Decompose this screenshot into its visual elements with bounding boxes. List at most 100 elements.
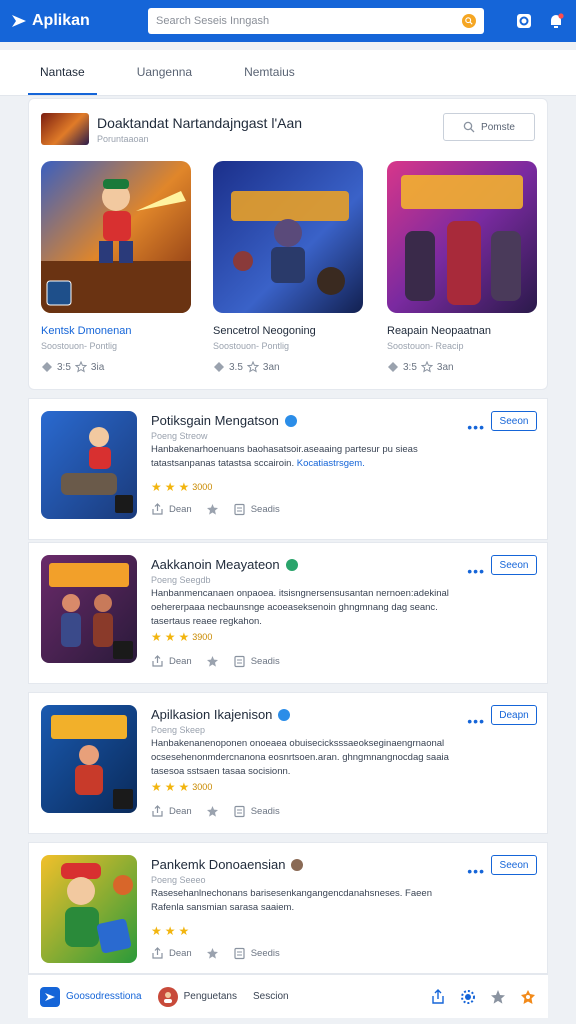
share-action[interactable]: Dean bbox=[151, 655, 192, 668]
bottom-item-home[interactable]: Goosodresstiona bbox=[40, 986, 142, 1007]
avatar bbox=[157, 986, 178, 1007]
share-action[interactable]: Dean bbox=[151, 947, 192, 960]
app-title[interactable]: Potiksgain Mengatson bbox=[151, 413, 279, 428]
more-options-icon[interactable]: ••• bbox=[467, 863, 485, 879]
star-icon: ★ bbox=[151, 780, 162, 794]
game-meta: Soostouon- Reacip bbox=[387, 341, 464, 351]
app-icon-image[interactable] bbox=[41, 555, 137, 663]
favorite-action[interactable] bbox=[206, 503, 219, 516]
game-artwork[interactable] bbox=[213, 161, 363, 313]
app-rating: ★ ★ ★ bbox=[151, 925, 189, 937]
app-icon-image[interactable] bbox=[41, 411, 137, 519]
favorite-action[interactable] bbox=[206, 805, 219, 818]
tab-nantase[interactable]: Nantase bbox=[28, 65, 97, 95]
app-open-button[interactable]: Seeon bbox=[491, 411, 537, 431]
app-icon-image[interactable] bbox=[41, 855, 137, 963]
favorite-action[interactable] bbox=[206, 947, 219, 960]
share-action[interactable]: Dean bbox=[151, 503, 192, 516]
app-list-item[interactable]: Apilkasion Ikajenison Poeng Skeep Hanbak… bbox=[28, 692, 548, 834]
settings-icon[interactable] bbox=[460, 989, 476, 1005]
app-description-line: oehererpaaa necbaunsnge acoeaseksenoin g… bbox=[151, 602, 438, 613]
game-artwork[interactable] bbox=[387, 161, 537, 313]
app-home-icon bbox=[40, 986, 60, 1007]
star-icon: ★ bbox=[151, 630, 162, 644]
document-icon bbox=[234, 503, 245, 516]
game-name: Sencetrol Neogoning bbox=[213, 325, 316, 337]
app-subtitle: Poeng Seegdb bbox=[151, 575, 211, 585]
details-action[interactable]: Seadis bbox=[233, 503, 280, 516]
share-icon bbox=[152, 655, 163, 667]
tab-uangenna[interactable]: Uangenna bbox=[125, 65, 204, 95]
app-open-button[interactable]: Deapn bbox=[491, 705, 537, 725]
badge-icon[interactable] bbox=[520, 989, 536, 1005]
app-open-button[interactable]: Seeon bbox=[491, 855, 537, 875]
star-icon: ★ bbox=[178, 480, 190, 494]
featured-subtitle: Poruntaaoan bbox=[97, 134, 149, 144]
app-rating-value: 3900 bbox=[192, 632, 213, 642]
share-action-label: Dean bbox=[169, 504, 192, 515]
app-title[interactable]: Apilkasion Ikajenison bbox=[151, 707, 272, 722]
more-options-icon[interactable]: ••• bbox=[467, 419, 485, 435]
app-description-line: tatastsanpanas tatastsa sccairoin. bbox=[151, 458, 295, 469]
app-actions: Dean Seadis bbox=[151, 805, 280, 818]
diamond-icon bbox=[42, 362, 52, 372]
search-placeholder: Search Seseis Inngash bbox=[156, 15, 270, 27]
tab-nemtaius[interactable]: Nemtaius bbox=[232, 65, 307, 95]
app-name: Aplikan bbox=[32, 12, 90, 29]
game-stats: 3:5 3ia bbox=[41, 361, 104, 373]
app-rating: ★ ★ ★ 3900 bbox=[151, 631, 212, 643]
share-icon[interactable] bbox=[430, 988, 446, 1005]
game-artwork[interactable] bbox=[41, 161, 191, 313]
bottom-item-session[interactable]: Sescion bbox=[253, 991, 289, 1002]
bottom-item-profile[interactable]: Penguetans bbox=[157, 986, 237, 1007]
app-title[interactable]: Pankemk Donoaensian bbox=[151, 857, 285, 872]
app-list-item[interactable]: Potiksgain Mengatson Poeng Streow Hanbak… bbox=[28, 398, 548, 540]
search-input[interactable]: Search Seseis Inngash bbox=[148, 8, 484, 34]
app-description-link[interactable]: Kocatiastrsgem. bbox=[297, 458, 365, 469]
more-options-icon[interactable]: ••• bbox=[467, 563, 485, 579]
featured-search-button[interactable]: Pomste bbox=[443, 113, 535, 141]
app-icon-image[interactable] bbox=[41, 705, 137, 813]
verified-badge-icon bbox=[285, 558, 298, 571]
more-options-icon[interactable]: ••• bbox=[467, 713, 485, 729]
app-actions: Dean Seadis bbox=[151, 655, 280, 668]
app-rating: ★ ★ ★ 3000 bbox=[151, 481, 212, 493]
star-icon bbox=[206, 806, 218, 817]
featured-game-card[interactable]: Kentsk Dmonenan Soostouon- Pontlig 3:5 3… bbox=[29, 147, 191, 387]
game-stat-value: 3.5 bbox=[229, 361, 243, 373]
details-action[interactable]: Seedis bbox=[233, 947, 280, 960]
app-description-line: Hanbakenarhoenuans baohasatsoir.aseaaing… bbox=[151, 444, 418, 455]
details-action[interactable]: Seadis bbox=[233, 805, 280, 818]
favorite-action[interactable] bbox=[206, 655, 219, 668]
app-logo[interactable]: Aplikan bbox=[10, 12, 140, 30]
app-title[interactable]: Aakkanoin Meayateon bbox=[151, 557, 280, 572]
app-title-row: Potiksgain Mengatson bbox=[151, 413, 297, 428]
verified-badge-icon bbox=[278, 708, 291, 721]
game-meta: Soostouon- Pontlig bbox=[213, 341, 290, 351]
app-list-item[interactable]: Aakkanoin Meayateon Poeng Seegdb Hanbanm… bbox=[28, 542, 548, 684]
app-rating: ★ ★ ★ 3000 bbox=[151, 781, 212, 793]
app-title-row: Aakkanoin Meayateon bbox=[151, 557, 298, 572]
notification-bell-icon[interactable] bbox=[546, 11, 566, 31]
featured-game-card[interactable]: Reapain Neopaatnan Soostouon- Reacip 3:5… bbox=[375, 147, 537, 387]
featured-section: Doaktandat Nartandajngast l'Aan Poruntaa… bbox=[28, 98, 548, 390]
app-list-item[interactable]: Pankemk Donoaensian Poeng Seeeo Raseseha… bbox=[28, 842, 548, 974]
share-icon bbox=[152, 947, 163, 959]
star-icon bbox=[206, 948, 218, 959]
app-actions: Dean Seedis bbox=[151, 947, 280, 960]
star-icon: ★ bbox=[164, 780, 176, 794]
featured-title: Doaktandat Nartandajngast l'Aan bbox=[97, 115, 303, 131]
share-icon bbox=[152, 805, 163, 817]
bottom-bar: Goosodresstiona Penguetans Sescion bbox=[28, 974, 548, 1018]
details-action-label: Seadis bbox=[250, 806, 280, 817]
search-icon[interactable] bbox=[462, 14, 476, 28]
app-rating-value: 3000 bbox=[192, 482, 213, 492]
featured-game-card[interactable]: Sencetrol Neogoning Soostouon- Pontlig 3… bbox=[201, 147, 363, 387]
account-icon[interactable] bbox=[514, 11, 534, 31]
details-action[interactable]: Seadis bbox=[233, 655, 280, 668]
star-icon[interactable] bbox=[490, 989, 506, 1005]
share-action[interactable]: Dean bbox=[151, 805, 192, 818]
app-open-button[interactable]: Seeon bbox=[491, 555, 537, 575]
game-stat-value: 3:5 bbox=[403, 361, 417, 373]
bottom-item-label: Penguetans bbox=[183, 991, 237, 1002]
